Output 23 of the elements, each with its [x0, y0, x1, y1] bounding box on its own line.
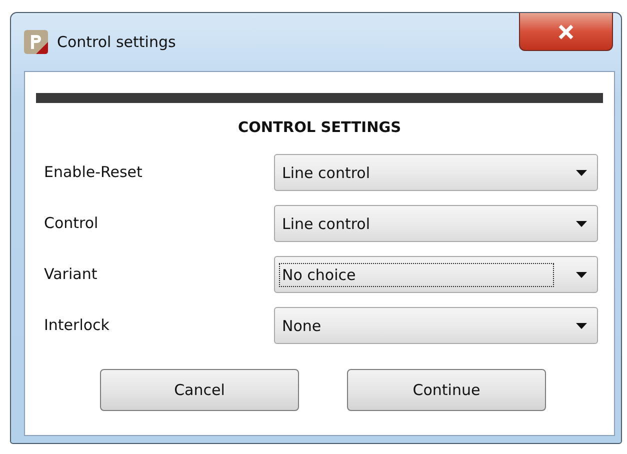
dropdown[interactable]: Line control [274, 154, 598, 191]
dropdown-value: Line control [281, 214, 372, 234]
close-button[interactable] [519, 13, 613, 51]
dropdown[interactable]: Line control [274, 205, 598, 242]
window-title: Control settings [57, 33, 176, 51]
app-logo-icon [24, 30, 48, 54]
close-icon [557, 24, 575, 40]
section-heading: CONTROL SETTINGS [236, 120, 402, 136]
dropdown[interactable]: None [274, 307, 598, 344]
dropdown-value: None [281, 316, 322, 336]
field-label: Variant [43, 264, 98, 283]
cancel-button[interactable]: Cancel [100, 369, 299, 411]
dropdown[interactable]: No choice [274, 256, 598, 293]
caret-icon [576, 322, 587, 328]
dropdown-value: No choice [279, 262, 554, 286]
caret-icon [576, 272, 587, 278]
field-label: Interlock [43, 315, 110, 334]
continue-button[interactable]: Continue [347, 369, 546, 411]
dropdown-value: Line control [281, 162, 372, 184]
field-label: Enable-Reset [43, 162, 144, 181]
caret-icon [576, 220, 587, 226]
caret-icon [576, 170, 587, 176]
field-label: Control [43, 213, 100, 232]
